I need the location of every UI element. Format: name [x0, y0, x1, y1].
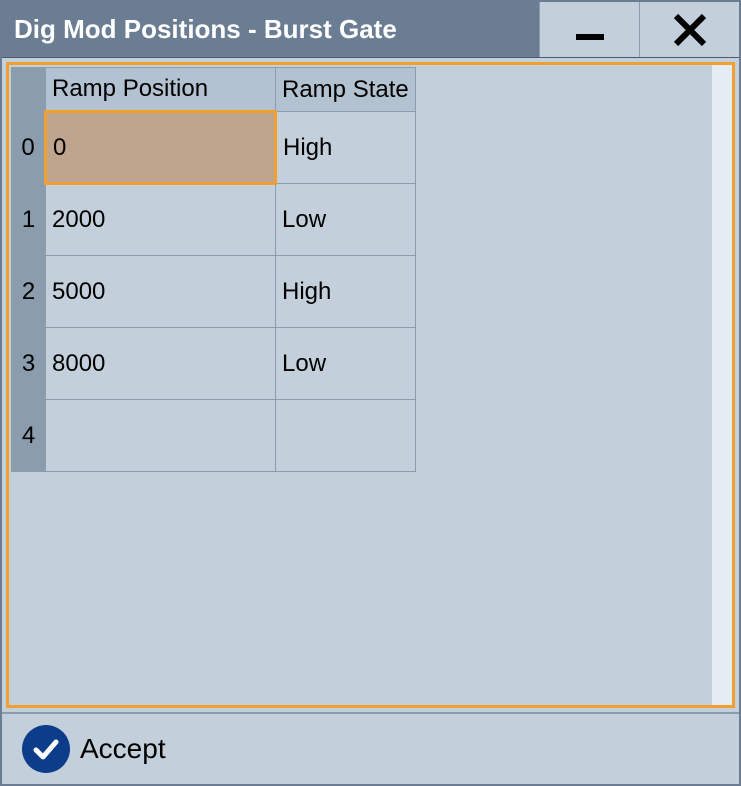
cell-ramp-position[interactable]: 0: [46, 112, 276, 184]
row-index[interactable]: 4: [12, 400, 46, 472]
check-icon: [22, 725, 70, 773]
header-position[interactable]: Ramp Position: [46, 68, 276, 112]
content-area: Ramp Position Ramp State 00High12000Low2…: [2, 58, 739, 712]
footer: Accept: [2, 712, 739, 784]
close-button[interactable]: [639, 2, 739, 57]
cell-ramp-state[interactable]: Low: [276, 328, 416, 400]
row-index[interactable]: 3: [12, 328, 46, 400]
cell-ramp-position[interactable]: [46, 400, 276, 472]
cell-ramp-state[interactable]: [276, 400, 416, 472]
header-state[interactable]: Ramp State: [276, 68, 416, 112]
content-inner: Ramp Position Ramp State 00High12000Low2…: [6, 62, 735, 708]
table-row: 12000Low: [12, 184, 416, 256]
table-row: 00High: [12, 112, 416, 184]
cell-ramp-position[interactable]: 2000: [46, 184, 276, 256]
table-row: 4: [12, 400, 416, 472]
close-icon: [670, 10, 710, 50]
header-rownum: [12, 68, 46, 112]
cell-ramp-state[interactable]: High: [276, 256, 416, 328]
cell-ramp-position[interactable]: 8000: [46, 328, 276, 400]
scrollbar[interactable]: [712, 65, 732, 705]
minimize-button[interactable]: [539, 2, 639, 57]
row-index[interactable]: 1: [12, 184, 46, 256]
titlebar-buttons: [539, 2, 739, 57]
cell-ramp-position[interactable]: 5000: [46, 256, 276, 328]
cell-ramp-state[interactable]: High: [276, 112, 416, 184]
accept-label: Accept: [80, 733, 166, 765]
titlebar: Dig Mod Positions - Burst Gate: [2, 2, 739, 58]
row-index[interactable]: 2: [12, 256, 46, 328]
dialog-window: Dig Mod Positions - Burst Gate: [0, 0, 741, 786]
minimize-icon: [570, 10, 610, 50]
table-row: 25000High: [12, 256, 416, 328]
row-index[interactable]: 0: [12, 112, 46, 184]
accept-button[interactable]: Accept: [22, 725, 166, 773]
window-title: Dig Mod Positions - Burst Gate: [2, 2, 539, 57]
table-header-row: Ramp Position Ramp State: [12, 68, 416, 112]
cell-ramp-state[interactable]: Low: [276, 184, 416, 256]
table-row: 38000Low: [12, 328, 416, 400]
positions-table: Ramp Position Ramp State 00High12000Low2…: [11, 67, 416, 472]
